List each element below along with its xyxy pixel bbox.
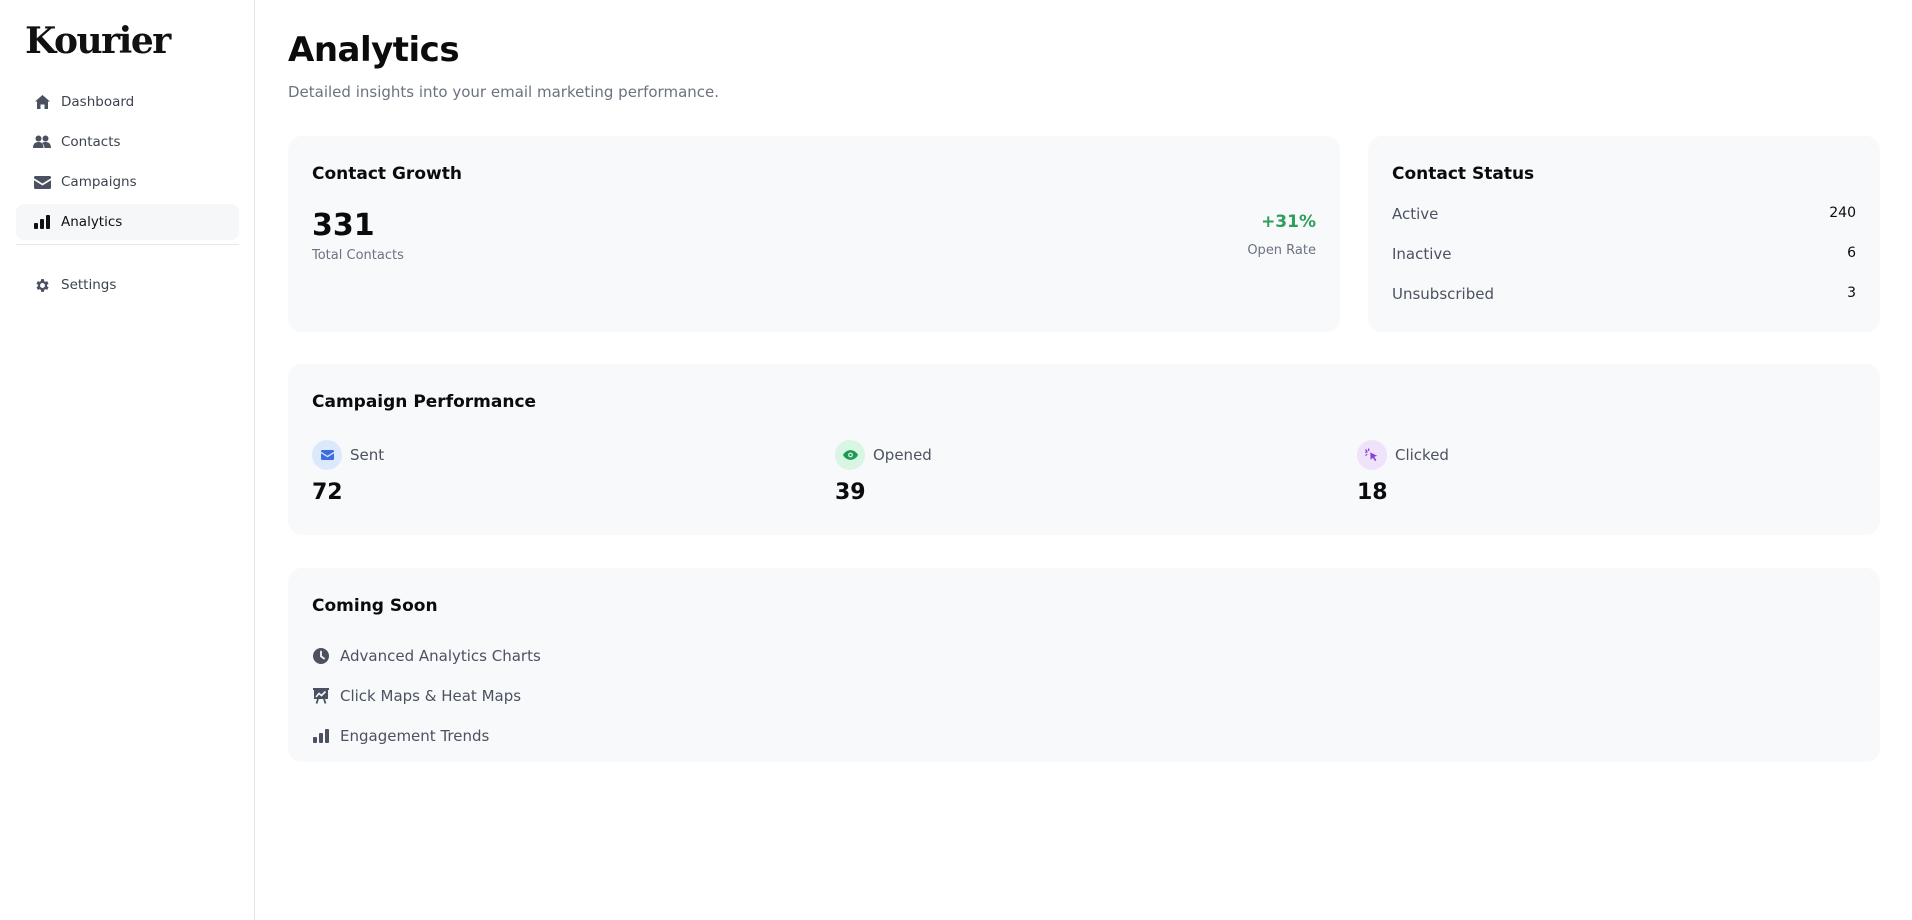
- open-rate-value: +31%: [1261, 212, 1316, 232]
- gear-icon: [33, 276, 51, 294]
- coming-soon-list: Advanced Analytics Charts Click Maps & H…: [312, 636, 541, 756]
- status-value: 240: [1829, 205, 1856, 221]
- card-title: Campaign Performance: [312, 392, 537, 412]
- status-label: Active: [1392, 205, 1439, 223]
- eye-icon: [835, 440, 865, 470]
- clock-icon: [312, 647, 330, 665]
- status-value: 3: [1847, 285, 1856, 301]
- cursor-click-icon: [1357, 440, 1387, 470]
- metric-label: Sent: [350, 446, 385, 464]
- sidebar-item-campaigns[interactable]: Campaigns: [16, 164, 239, 200]
- total-contacts-value: 331: [312, 208, 375, 243]
- metric-value: 39: [835, 480, 866, 505]
- app-logo[interactable]: Kourier: [25, 20, 171, 62]
- metric-clicked: Clicked 18: [1357, 440, 1449, 505]
- sidebar-item-label: Contacts: [61, 134, 121, 150]
- sidebar-item-settings[interactable]: Settings: [16, 267, 239, 303]
- sidebar-item-label: Campaigns: [61, 174, 137, 190]
- status-label: Unsubscribed: [1392, 285, 1494, 303]
- sidebar-item-label: Analytics: [61, 214, 123, 230]
- metric-opened: Opened 39: [835, 440, 932, 505]
- sidebar-item-label: Settings: [61, 277, 117, 293]
- sidebar-item-label: Dashboard: [61, 94, 135, 110]
- contact-status-card: Contact Status Active 240 Inactive 6 Uns…: [1368, 136, 1880, 332]
- sidebar-item-contacts[interactable]: Contacts: [16, 124, 239, 160]
- status-label: Inactive: [1392, 245, 1452, 263]
- sidebar-nav: Dashboard Contacts Campaigns Analytics S…: [16, 84, 239, 307]
- campaign-performance-card: Campaign Performance Sent 72 Opened 39 C…: [288, 364, 1880, 535]
- envelope-icon: [312, 440, 342, 470]
- page-subtitle: Detailed insights into your email market…: [288, 83, 720, 101]
- list-item: Engagement Trends: [312, 716, 541, 756]
- status-row-active: Active 240: [1392, 205, 1856, 223]
- sidebar-divider: [16, 244, 239, 245]
- card-title: Coming Soon: [312, 596, 438, 616]
- bar-chart-icon: [33, 213, 51, 231]
- home-icon: [33, 93, 51, 111]
- users-icon: [33, 133, 51, 151]
- page-title: Analytics: [288, 30, 460, 70]
- status-value: 6: [1847, 245, 1856, 261]
- envelope-icon: [33, 173, 51, 191]
- card-title: Contact Growth: [312, 164, 462, 184]
- sidebar: Kourier Dashboard Contacts Campaigns Ana…: [0, 0, 255, 920]
- metric-label: Opened: [873, 446, 932, 464]
- metric-value: 18: [1357, 480, 1388, 505]
- list-item-label: Advanced Analytics Charts: [340, 647, 541, 665]
- metric-sent: Sent 72: [312, 440, 384, 505]
- list-item-label: Engagement Trends: [340, 727, 490, 745]
- metric-value: 72: [312, 480, 343, 505]
- status-row-inactive: Inactive 6: [1392, 245, 1856, 263]
- sidebar-item-dashboard[interactable]: Dashboard: [16, 84, 239, 120]
- status-row-unsubscribed: Unsubscribed 3: [1392, 285, 1856, 303]
- list-item-label: Click Maps & Heat Maps: [340, 687, 522, 705]
- list-item: Advanced Analytics Charts: [312, 636, 541, 676]
- presentation-chart-icon: [312, 687, 330, 705]
- total-contacts-label: Total Contacts: [312, 248, 404, 263]
- card-title: Contact Status: [1392, 164, 1535, 184]
- open-rate-label: Open Rate: [1247, 243, 1316, 258]
- metric-label: Clicked: [1395, 446, 1449, 464]
- contact-growth-card: Contact Growth 331 Total Contacts +31% O…: [288, 136, 1340, 332]
- coming-soon-card: Coming Soon Advanced Analytics Charts Cl…: [288, 568, 1880, 762]
- list-item: Click Maps & Heat Maps: [312, 676, 541, 716]
- sidebar-item-analytics[interactable]: Analytics: [16, 204, 239, 240]
- bar-chart-icon: [312, 727, 330, 745]
